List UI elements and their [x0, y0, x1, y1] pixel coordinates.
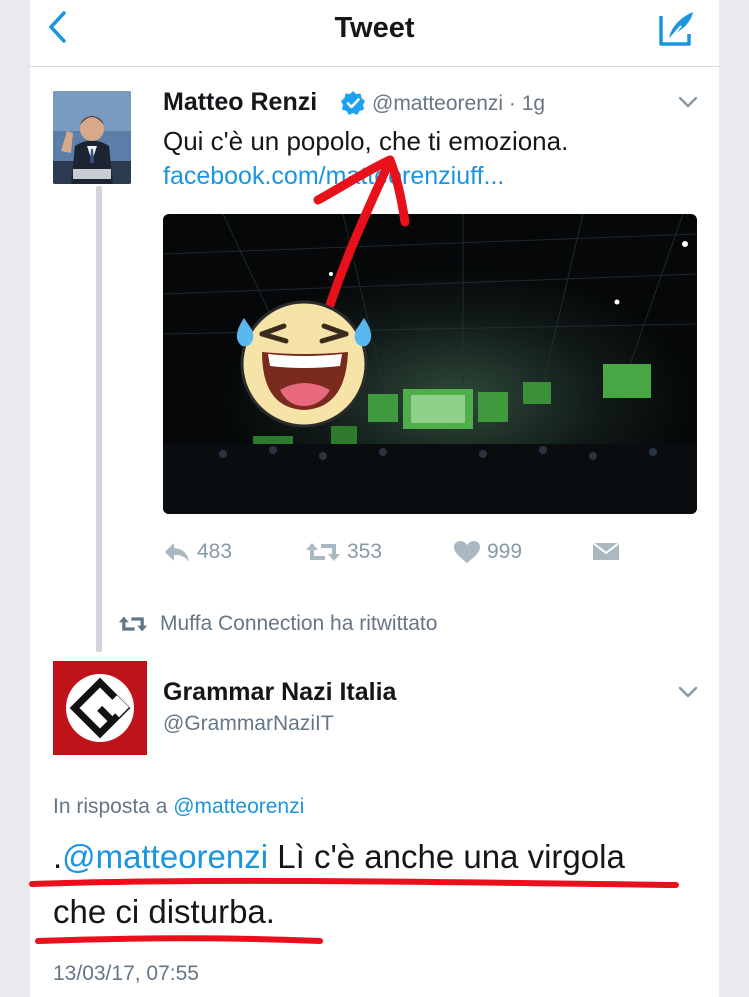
reply-icon — [165, 543, 189, 562]
retweet-icon — [306, 543, 340, 561]
direct-message-button[interactable] — [591, 536, 621, 568]
retweeted-by-notice[interactable]: Muffa Connection ha ritwittato — [118, 610, 437, 638]
in-reply-mention[interactable]: @matteorenzi — [173, 795, 304, 818]
compose-icon — [659, 12, 693, 46]
tweet-time: 1g — [521, 92, 546, 115]
navigation-header: Tweet — [30, 0, 719, 67]
reply-count: 483 — [197, 540, 233, 563]
reply-timestamp: 13/03/17, 07:55 — [53, 962, 199, 985]
tweet-actions: 483 353 999 — [163, 536, 697, 568]
reply-text-line1: .@matteorenzi Lì c'è anche una virgola — [53, 838, 625, 876]
reply-button[interactable]: 483 — [163, 536, 232, 568]
reply-author-handle[interactable]: @GrammarNaziIT — [163, 712, 334, 736]
tweet-link[interactable]: facebook.com/matteorenziuff... — [163, 162, 504, 191]
reply-text-line2: che ci disturba. — [53, 893, 275, 930]
compose-tweet-button[interactable] — [657, 8, 697, 48]
reply-text-rest: Lì c'è anche una virgola — [268, 838, 625, 875]
retweeted-by-text: Muffa Connection ha ritwittato — [160, 612, 438, 635]
heart-icon — [454, 541, 480, 563]
tweet-meta: @matteorenzi · 1g — [372, 92, 545, 116]
verified-badge-icon — [341, 91, 365, 115]
page-title: Tweet — [334, 12, 415, 44]
tweet-detail-card: Tweet Matteo Renzi @matteorenzi · 1g Qui… — [30, 0, 719, 997]
meta-separator: · — [503, 92, 522, 115]
tweet-media-photo[interactable] — [163, 214, 697, 514]
reply-mention[interactable]: @matteorenzi — [62, 838, 268, 875]
in-reply-prefix: In risposta a — [53, 795, 174, 818]
message-icon — [592, 542, 620, 560]
grammar-nazi-logo — [53, 661, 147, 755]
tweet-author-handle[interactable]: @matteorenzi — [372, 92, 503, 115]
chevron-down-icon[interactable] — [675, 92, 701, 112]
like-count: 999 — [487, 540, 523, 563]
retweet-count: 353 — [347, 540, 383, 563]
tweet-text: Qui c'è un popolo, che ti emoziona. — [163, 126, 569, 156]
in-reply-to: In risposta a @matteorenzi — [53, 795, 304, 819]
avatar-matteo-renzi[interactable] — [53, 91, 131, 184]
thread-connector-line — [96, 186, 102, 652]
tweet-author-name[interactable]: Matteo Renzi — [163, 88, 317, 117]
retweet-icon — [118, 616, 148, 632]
reply-text-dot: . — [53, 838, 63, 875]
retweet-button[interactable]: 353 — [305, 536, 382, 568]
avatar-grammar-nazi-italia[interactable] — [53, 661, 147, 755]
like-button[interactable]: 999 — [453, 536, 522, 568]
reply-author-name[interactable]: Grammar Nazi Italia — [163, 678, 396, 707]
chevron-down-icon[interactable] — [675, 682, 701, 702]
